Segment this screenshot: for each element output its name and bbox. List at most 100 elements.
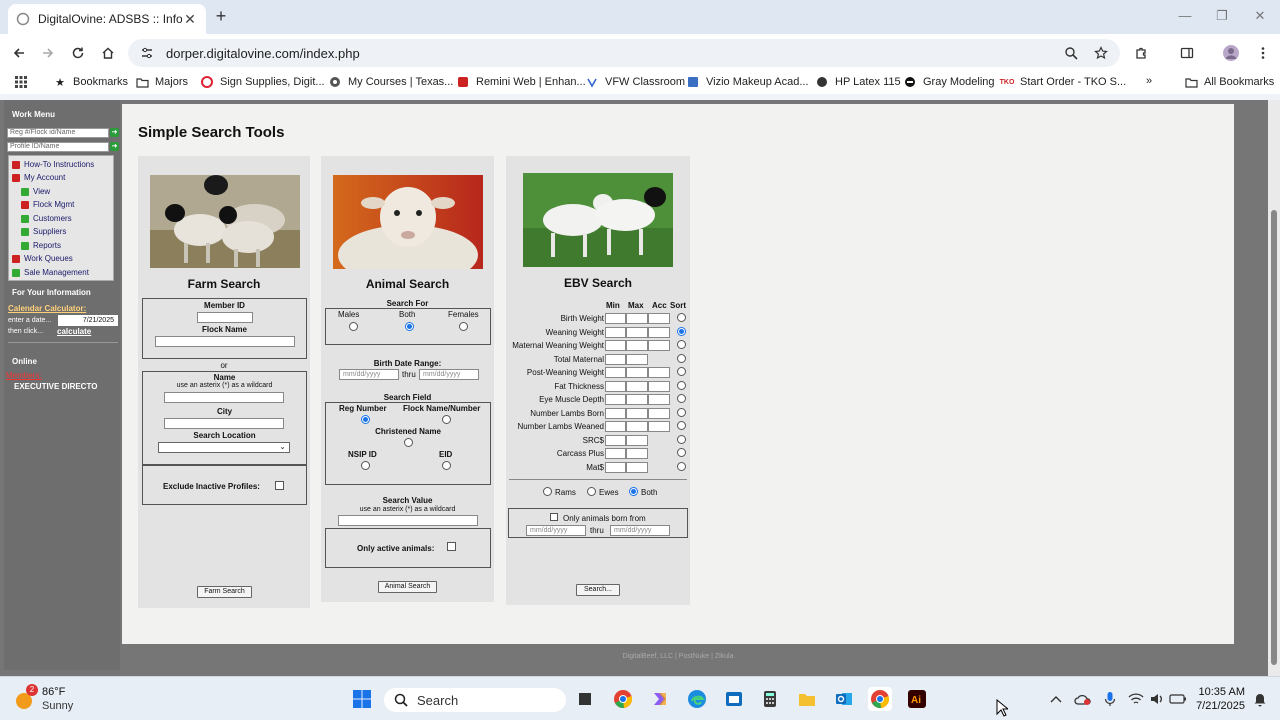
birth-to-input[interactable]: mm/dd/yyyy (419, 369, 479, 380)
born-from-input[interactable]: mm/dd/yyyy (526, 525, 586, 536)
bookmark-item[interactable]: HP Latex 115 (815, 75, 901, 89)
ebv-max-input[interactable] (626, 421, 648, 432)
menu-item-suppliers[interactable]: Suppliers (21, 227, 66, 236)
ebv-min-input[interactable] (605, 353, 626, 365)
ebv-min-input[interactable] (605, 380, 626, 392)
battery-icon[interactable] (1168, 687, 1188, 711)
search-value-input[interactable] (338, 515, 478, 526)
ebv-sort-radio[interactable] (677, 448, 686, 457)
volume-icon[interactable] (1147, 687, 1167, 711)
both-radio[interactable] (629, 487, 638, 496)
ebv-sort-radio[interactable] (677, 421, 686, 430)
new-tab-icon[interactable]: + (212, 7, 230, 25)
bookmark-item[interactable]: Gray Modeling (903, 75, 995, 89)
outlook-calendar-icon[interactable] (722, 687, 746, 711)
weather-sun-icon[interactable]: 2 (12, 684, 38, 711)
maximize-icon[interactable]: ❐ (1212, 8, 1232, 24)
ebv-acc-input[interactable] (648, 407, 670, 419)
bookmark-item[interactable]: ★ Bookmarks (53, 75, 128, 89)
microphone-icon[interactable] (1100, 687, 1120, 711)
nsip-id-radio[interactable] (361, 461, 370, 470)
menu-item-sale-management[interactable]: Sale Management (12, 268, 89, 277)
ebv-min-input[interactable] (605, 407, 626, 419)
ebv-max-input[interactable] (626, 353, 648, 365)
onedrive-icon[interactable] (1073, 687, 1093, 711)
ebv-acc-input[interactable] (648, 394, 670, 405)
ebv-min-input[interactable] (605, 313, 626, 324)
ebv-min-input[interactable] (605, 421, 626, 432)
ebv-max-input[interactable] (626, 448, 648, 459)
ebv-acc-input[interactable] (648, 313, 670, 324)
apps-grid-icon[interactable] (14, 75, 28, 89)
zoom-icon[interactable] (1064, 46, 1078, 60)
menu-item-reports[interactable]: Reports (21, 241, 61, 250)
close-window-icon[interactable]: ✕ (1250, 8, 1270, 24)
ebv-acc-input[interactable] (648, 367, 670, 378)
ebv-sort-radio[interactable] (677, 313, 686, 322)
menu-item-my-account[interactable]: My Account (12, 173, 65, 182)
chrome-active-icon[interactable] (868, 687, 892, 711)
males-radio[interactable] (349, 322, 358, 331)
born-to-input[interactable]: mm/dd/yyyy (610, 525, 670, 536)
bookmark-star-icon[interactable] (1094, 46, 1108, 60)
weather-temp[interactable]: 86°F (42, 686, 65, 698)
christened-name-radio[interactable] (404, 438, 413, 447)
edge-icon[interactable] (685, 687, 709, 711)
flock-name-number-radio[interactable] (442, 415, 451, 424)
menu-item-work-queues[interactable]: Work Queues (12, 254, 73, 263)
ewes-radio[interactable] (587, 487, 596, 496)
ebv-sort-radio[interactable] (677, 394, 686, 403)
ebv-min-input[interactable] (605, 448, 626, 459)
chrome-icon[interactable] (611, 687, 635, 711)
reload-icon[interactable] (67, 42, 89, 64)
bookmark-item[interactable]: Vizio Makeup Acad... (686, 75, 809, 89)
file-explorer-icon[interactable] (795, 687, 819, 711)
females-radio[interactable] (459, 322, 468, 331)
calculate-link[interactable]: calculate (57, 327, 91, 336)
page-scrollbar[interactable] (1268, 100, 1280, 676)
minimize-icon[interactable]: — (1175, 8, 1195, 23)
ebv-min-input[interactable] (605, 367, 626, 378)
exclude-inactive-checkbox[interactable] (275, 481, 284, 490)
flock-name-input[interactable] (155, 336, 295, 347)
back-icon[interactable] (8, 42, 30, 64)
farm-search-button[interactable]: Farm Search (197, 586, 252, 598)
calculator-icon[interactable] (758, 687, 782, 711)
ebv-acc-input[interactable] (648, 421, 670, 432)
ebv-sort-radio[interactable] (677, 434, 686, 444)
ebv-min-input[interactable] (605, 434, 626, 446)
menu-item-how-to[interactable]: How-To Instructions (12, 160, 94, 169)
reg-number-radio[interactable] (361, 415, 370, 424)
bookmark-item[interactable]: Majors (135, 75, 188, 89)
profile-search-input[interactable]: Profile ID/Name (7, 142, 109, 152)
menu-item-view[interactable]: View (21, 187, 50, 196)
windows-start-icon[interactable] (350, 687, 374, 711)
clock-time[interactable]: 10:35 AM (1198, 686, 1245, 698)
ebv-min-input[interactable] (605, 340, 626, 351)
only-active-checkbox[interactable] (447, 542, 456, 551)
menu-item-customers[interactable]: Customers (21, 214, 72, 223)
profile-avatar-icon[interactable] (1220, 42, 1242, 64)
task-view-icon[interactable] (573, 687, 597, 711)
scroll-thumb[interactable] (1271, 210, 1277, 665)
ebv-sort-radio[interactable] (677, 353, 686, 363)
outlook-icon[interactable] (832, 687, 856, 711)
ebv-max-input[interactable] (626, 340, 648, 351)
ebv-acc-input[interactable] (648, 340, 670, 351)
ebv-min-input[interactable] (605, 326, 626, 338)
notification-bell-icon[interactable] (1250, 687, 1270, 711)
calc-date-input[interactable]: 7/21/2025 (58, 315, 118, 326)
ebv-min-input[interactable] (605, 461, 626, 473)
ebv-acc-input[interactable] (648, 326, 670, 338)
member-id-input[interactable] (197, 312, 253, 323)
ebv-max-input[interactable] (626, 461, 648, 473)
taskbar-search-box[interactable]: Search (384, 688, 566, 712)
ebv-max-input[interactable] (626, 367, 648, 378)
search-location-select[interactable]: ⌄ (158, 442, 290, 453)
eid-radio[interactable] (442, 461, 451, 470)
reg-go-icon[interactable]: ➜ (110, 128, 119, 137)
ebv-max-input[interactable] (626, 394, 648, 405)
site-info-icon[interactable] (140, 46, 154, 60)
tray-chevron-up-icon[interactable] (1046, 687, 1066, 711)
tab-close-icon[interactable]: ✕ (182, 11, 198, 28)
